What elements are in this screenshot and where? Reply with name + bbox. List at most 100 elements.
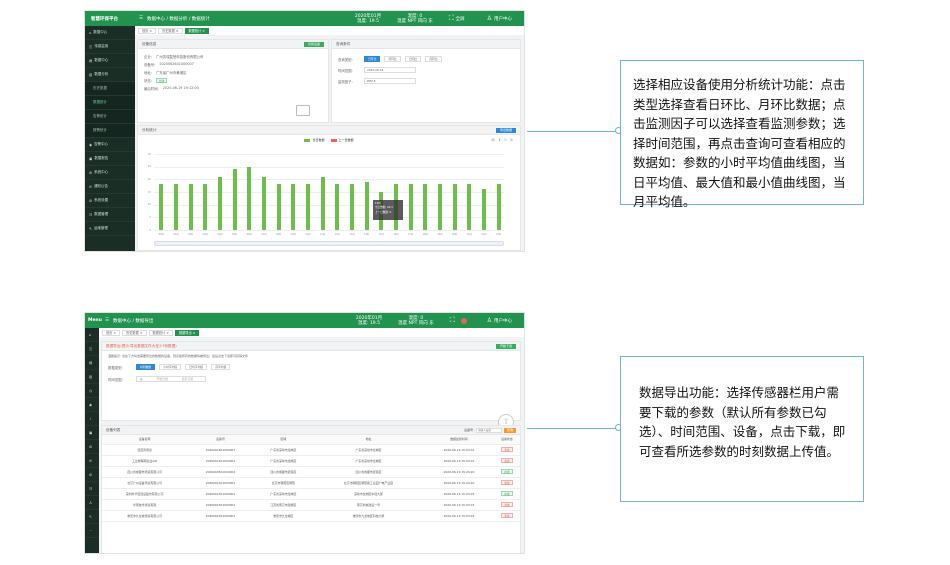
sidebar-icon-home[interactable]: ⌂ bbox=[85, 328, 99, 342]
table-row[interactable]: 四川省成都市测试有限公司 2020060501000004 四川省成都市武侯区 四川省… bbox=[102, 466, 520, 478]
legend-item[interactable]: 当日数据 bbox=[304, 138, 325, 142]
table-cell: 2020061501000001 bbox=[187, 488, 254, 500]
chart-bar[interactable] bbox=[218, 176, 222, 230]
sidebar-item[interactable]: ✎ 运维管理 bbox=[85, 222, 135, 236]
sidebar-item[interactable]: ⚙ 系统中心 bbox=[85, 166, 135, 180]
sidebar-item[interactable]: ▥ 数据分析 bbox=[85, 68, 135, 82]
sidebar-icon-ops[interactable]: ✎ bbox=[85, 510, 99, 524]
type-option[interactable]: 日同比 bbox=[404, 56, 422, 62]
sidebar-item[interactable]: ✉ 通知公告 bbox=[85, 180, 135, 194]
sidebar-item[interactable]: ▣ 数据报告 bbox=[85, 152, 135, 166]
chart-bar[interactable] bbox=[408, 184, 413, 230]
sidebar-icon-history[interactable]: ◷ bbox=[85, 384, 99, 398]
download-button[interactable]: 开始下载 bbox=[495, 344, 516, 349]
chart-bar[interactable] bbox=[203, 184, 208, 230]
zoom-slider[interactable] bbox=[154, 241, 504, 246]
menu-icon[interactable]: ☰ bbox=[139, 16, 143, 21]
table-row[interactable]: 深圳市华百建设股份有限公司 2020061501000001 广东省深圳市龙岗区 深圳… bbox=[102, 488, 520, 500]
chart-bar[interactable] bbox=[335, 184, 340, 230]
chart-bar[interactable] bbox=[350, 184, 354, 230]
tab-history[interactable]: 历史数据 × bbox=[158, 27, 183, 34]
data-type-option[interactable]: 日均平均值 bbox=[185, 364, 208, 370]
chart-bar[interactable] bbox=[188, 184, 193, 230]
tab-statistics[interactable]: 数据统计 × bbox=[184, 27, 209, 34]
tab-home[interactable]: 首页 × bbox=[102, 329, 121, 336]
chart-bar[interactable] bbox=[452, 184, 457, 230]
fullscreen-icon[interactable]: ⛶ bbox=[449, 14, 454, 23]
user-center[interactable]: 用户中心 bbox=[494, 318, 512, 324]
fullscreen-label[interactable]: 全屏 bbox=[456, 16, 465, 22]
chart-bar[interactable] bbox=[174, 184, 178, 230]
sidebar-icon-system[interactable]: ⚙ bbox=[85, 440, 99, 454]
switch-device-button[interactable]: 切换设备 bbox=[303, 42, 324, 47]
export-data-button[interactable]: 导出数据 bbox=[495, 128, 516, 133]
search-button[interactable]: 查询 bbox=[503, 428, 516, 433]
chart-toolbox-icon[interactable]: ▤ ⬇ ↻ ⊞ bbox=[492, 138, 514, 142]
sidebar-item[interactable]: ☷ 数据管理 bbox=[85, 208, 135, 222]
sidebar-item[interactable]: ⚙ 系统设置 bbox=[85, 194, 135, 208]
factor-select[interactable]: PM2.5 bbox=[364, 78, 416, 84]
data-type-option[interactable]: 月平均值 bbox=[211, 364, 231, 370]
chart-bar[interactable] bbox=[364, 181, 369, 230]
chart-bar[interactable] bbox=[276, 184, 281, 230]
chart-bar[interactable] bbox=[291, 184, 296, 230]
sidebar-item[interactable]: ◫ 传感监测 bbox=[85, 40, 135, 54]
table-cell: 广东省深圳市龙岗区 bbox=[312, 444, 425, 456]
sidebar-icon-notice[interactable]: ✉ bbox=[85, 454, 99, 468]
user-icon[interactable]: ♙ bbox=[487, 317, 492, 324]
sidebar-subitem[interactable]: 历史数据 bbox=[85, 82, 135, 96]
sidebar-icon-manage[interactable]: ☷ bbox=[85, 482, 99, 496]
sidebar-icon-data[interactable]: ▤ bbox=[85, 356, 99, 370]
chart-bar[interactable] bbox=[232, 169, 237, 230]
type-option[interactable]: 日环比 bbox=[364, 56, 381, 62]
sidebar-item[interactable]: ⌂ 数据中心 bbox=[85, 26, 135, 40]
date-range-input[interactable]: ▦ 开始日期 结束日期 bbox=[136, 376, 206, 382]
table-cell: 北京市朝阳区朝阳 bbox=[253, 477, 313, 489]
table-row[interactable]: 重庆市九龙坡测试有限公司 2020061501000001 重庆市九龙坡区 重庆市九龙… bbox=[102, 510, 520, 522]
sidebar-icon-user[interactable]: ♙ bbox=[85, 496, 99, 510]
sidebar-icon-settings[interactable]: ⚙ bbox=[85, 468, 99, 482]
user-center[interactable]: 用户中心 bbox=[494, 16, 512, 22]
sidebar-icon-monitor[interactable]: ◫ bbox=[85, 342, 99, 356]
chart-bar[interactable] bbox=[159, 184, 164, 230]
sidebar-icon-alarm[interactable]: ◉ bbox=[85, 398, 99, 412]
table-row[interactable]: 温度风测试 2020061801000007 广东省深圳市龙岗区 广东省深圳市龙岗区 2… bbox=[102, 444, 520, 456]
sidebar-subitem[interactable]: 报警统计 bbox=[85, 124, 135, 138]
chart-bar[interactable] bbox=[496, 184, 501, 230]
tab-history[interactable]: 历史数据 × bbox=[122, 329, 147, 336]
data-type-option[interactable]: 小时平均值 bbox=[159, 364, 182, 370]
sidebar-subitem-active[interactable]: 数据统计 bbox=[85, 96, 135, 110]
sidebar-item[interactable]: ◉ 告警中心 bbox=[85, 138, 135, 152]
sidebar-icon-chart[interactable]: ▥ bbox=[85, 370, 99, 384]
table-row[interactable]: 华南技术测试有限 2020061501000001 江苏省南京市建邺区 南京新城建设一… bbox=[102, 499, 520, 511]
device-search-input[interactable] bbox=[476, 428, 502, 433]
table-row[interactable]: 北京广州设备测试有限公司 2020061501000001 北京市朝阳区朝阳 北京市朝… bbox=[102, 477, 520, 489]
fullscreen-icon[interactable]: ⛶ bbox=[450, 316, 455, 325]
sidebar-subitem[interactable]: 告警统计 bbox=[85, 110, 135, 124]
sidebar-icon-report[interactable]: ▣ bbox=[85, 426, 99, 440]
time-range-input[interactable]: 2020-06-19 bbox=[364, 67, 416, 73]
chart-bar[interactable] bbox=[306, 184, 310, 230]
chart-bar[interactable] bbox=[262, 176, 266, 230]
legend-item[interactable]: 上一日数据 bbox=[330, 138, 354, 142]
tab-statistics[interactable]: 数据统计 × bbox=[148, 329, 173, 336]
sidebar-item[interactable]: ▤ 数据中心 bbox=[85, 54, 135, 68]
chart-bar[interactable] bbox=[438, 184, 442, 230]
data-type-option[interactable]: 时刻数据 bbox=[136, 364, 156, 370]
menu-icon[interactable]: ☰ bbox=[105, 318, 109, 323]
chart-bar[interactable] bbox=[467, 184, 472, 230]
type-option[interactable]: 月环比 bbox=[384, 56, 401, 62]
type-option[interactable]: 月同比 bbox=[425, 56, 442, 62]
user-icon[interactable]: ♙ bbox=[487, 15, 492, 22]
tab-export[interactable]: 数据导出 × bbox=[174, 329, 200, 336]
sidebar-icon-export[interactable]: ⇩ bbox=[85, 412, 99, 426]
chart-bar[interactable] bbox=[320, 176, 325, 230]
chart-bar[interactable] bbox=[423, 184, 428, 230]
tab-home[interactable]: 首页 × bbox=[138, 27, 157, 34]
table-cell: 北京广州设备测试有限公司 bbox=[102, 477, 188, 489]
sidebar-icon-more[interactable]: ⋯ bbox=[85, 524, 99, 538]
table-row[interactable]: 工业物联网企业AIR 2020061501000001 广东省深圳市龙岗区 广东省深圳… bbox=[102, 455, 520, 467]
chart-bar[interactable] bbox=[482, 189, 486, 230]
chart-bar[interactable] bbox=[247, 166, 252, 230]
notification-icon[interactable] bbox=[460, 317, 467, 324]
